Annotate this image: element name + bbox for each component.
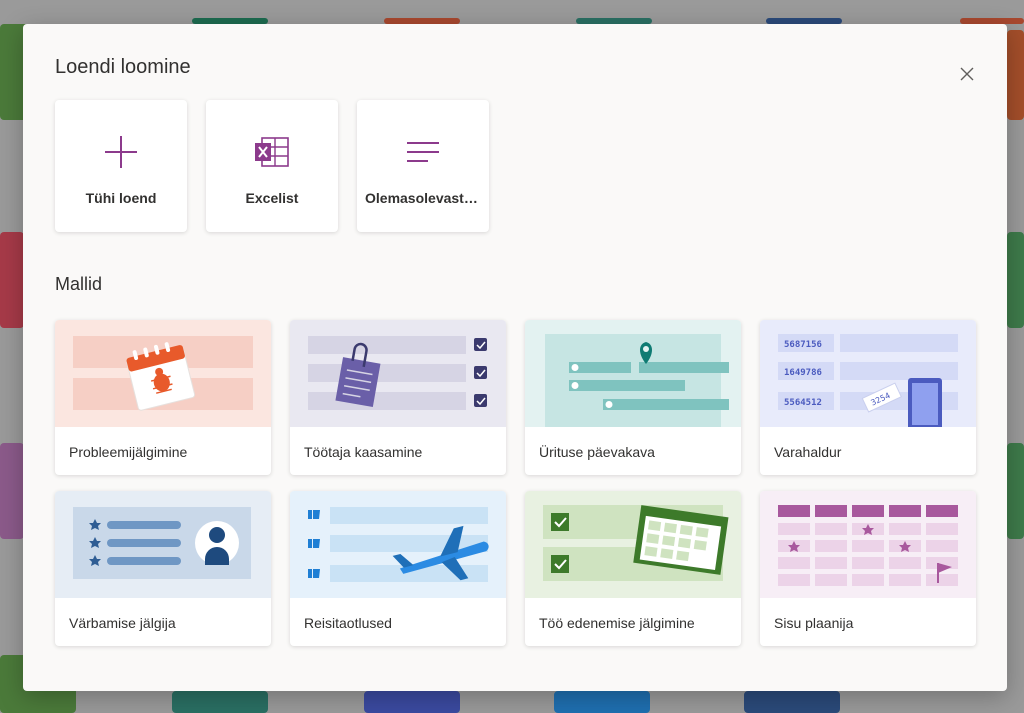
template-label: Töötaja kaasamine — [304, 444, 423, 460]
excel-icon — [252, 136, 292, 168]
bg-tile — [0, 443, 24, 539]
template-work-progress-tracker[interactable]: Töö edenemise jälgimine — [525, 491, 741, 646]
template-event-itinerary[interactable]: Ürituse päevakava — [525, 320, 741, 475]
create-from-excel-label: Excelist — [245, 190, 299, 206]
template-label: Reisitaotlused — [304, 615, 392, 631]
create-from-existing-list-card[interactable]: Olemasolevast loendist — [357, 100, 489, 232]
template-label: Töö edenemise jälgimine — [539, 615, 695, 631]
template-recruitment-tracker[interactable]: Värbamise jälgija — [55, 491, 271, 646]
bg-tile — [364, 691, 460, 713]
create-list-dialog: Loendi loomine Tühi loend Excelist Olema… — [23, 24, 1007, 691]
template-label: Probleemijälgimine — [69, 444, 188, 460]
asset-number: 5687156 — [784, 340, 822, 350]
template-asset-manager[interactable]: 5687156 1649786 5564512 3254 Varahaldur — [760, 320, 976, 475]
bg-tile — [0, 232, 24, 328]
dialog-title: Loendi loomine — [55, 56, 191, 78]
template-issue-tracker[interactable]: Probleemijälgimine — [55, 320, 271, 475]
airplane-icon — [290, 491, 506, 598]
templates-section-title: Mallid — [55, 274, 103, 294]
checkbox-calendar-icon — [525, 491, 741, 598]
asset-number: 5564512 — [784, 398, 822, 408]
create-blank-list-label: Tühi loend — [85, 190, 157, 206]
template-employee-onboarding[interactable]: Töötaja kaasamine — [290, 320, 506, 475]
location-pin-icon — [525, 320, 741, 427]
template-content-scheduler[interactable]: Sisu plaanija — [760, 491, 976, 646]
list-lines-icon — [403, 136, 443, 168]
asset-tag-icon: 5687156 1649786 5564512 3254 — [760, 320, 976, 430]
bg-tile — [554, 691, 650, 713]
content-grid-icon — [760, 491, 976, 598]
close-icon — [960, 67, 974, 81]
calendar-bug-icon — [55, 320, 271, 427]
bg-tile — [1007, 232, 1024, 328]
person-icon — [55, 491, 271, 598]
create-from-existing-list-label: Olemasolevast loendist — [365, 190, 481, 206]
bg-tile — [172, 691, 268, 713]
template-label: Värbamise jälgija — [69, 615, 176, 631]
template-travel-requests[interactable]: Reisitaotlused — [290, 491, 506, 646]
plus-icon — [101, 136, 141, 168]
template-label: Sisu plaanija — [774, 615, 854, 631]
template-label: Ürituse päevakava — [539, 444, 655, 460]
template-label: Varahaldur — [774, 444, 842, 460]
create-from-excel-card[interactable]: Excelist — [206, 100, 338, 232]
bg-tile — [1007, 443, 1024, 539]
bg-tile — [1007, 30, 1024, 120]
clipboard-checklist-icon — [290, 320, 506, 427]
asset-number: 1649786 — [784, 368, 822, 378]
close-button[interactable] — [955, 62, 979, 86]
create-blank-list-card[interactable]: Tühi loend — [55, 100, 187, 232]
bg-tile — [744, 691, 840, 713]
